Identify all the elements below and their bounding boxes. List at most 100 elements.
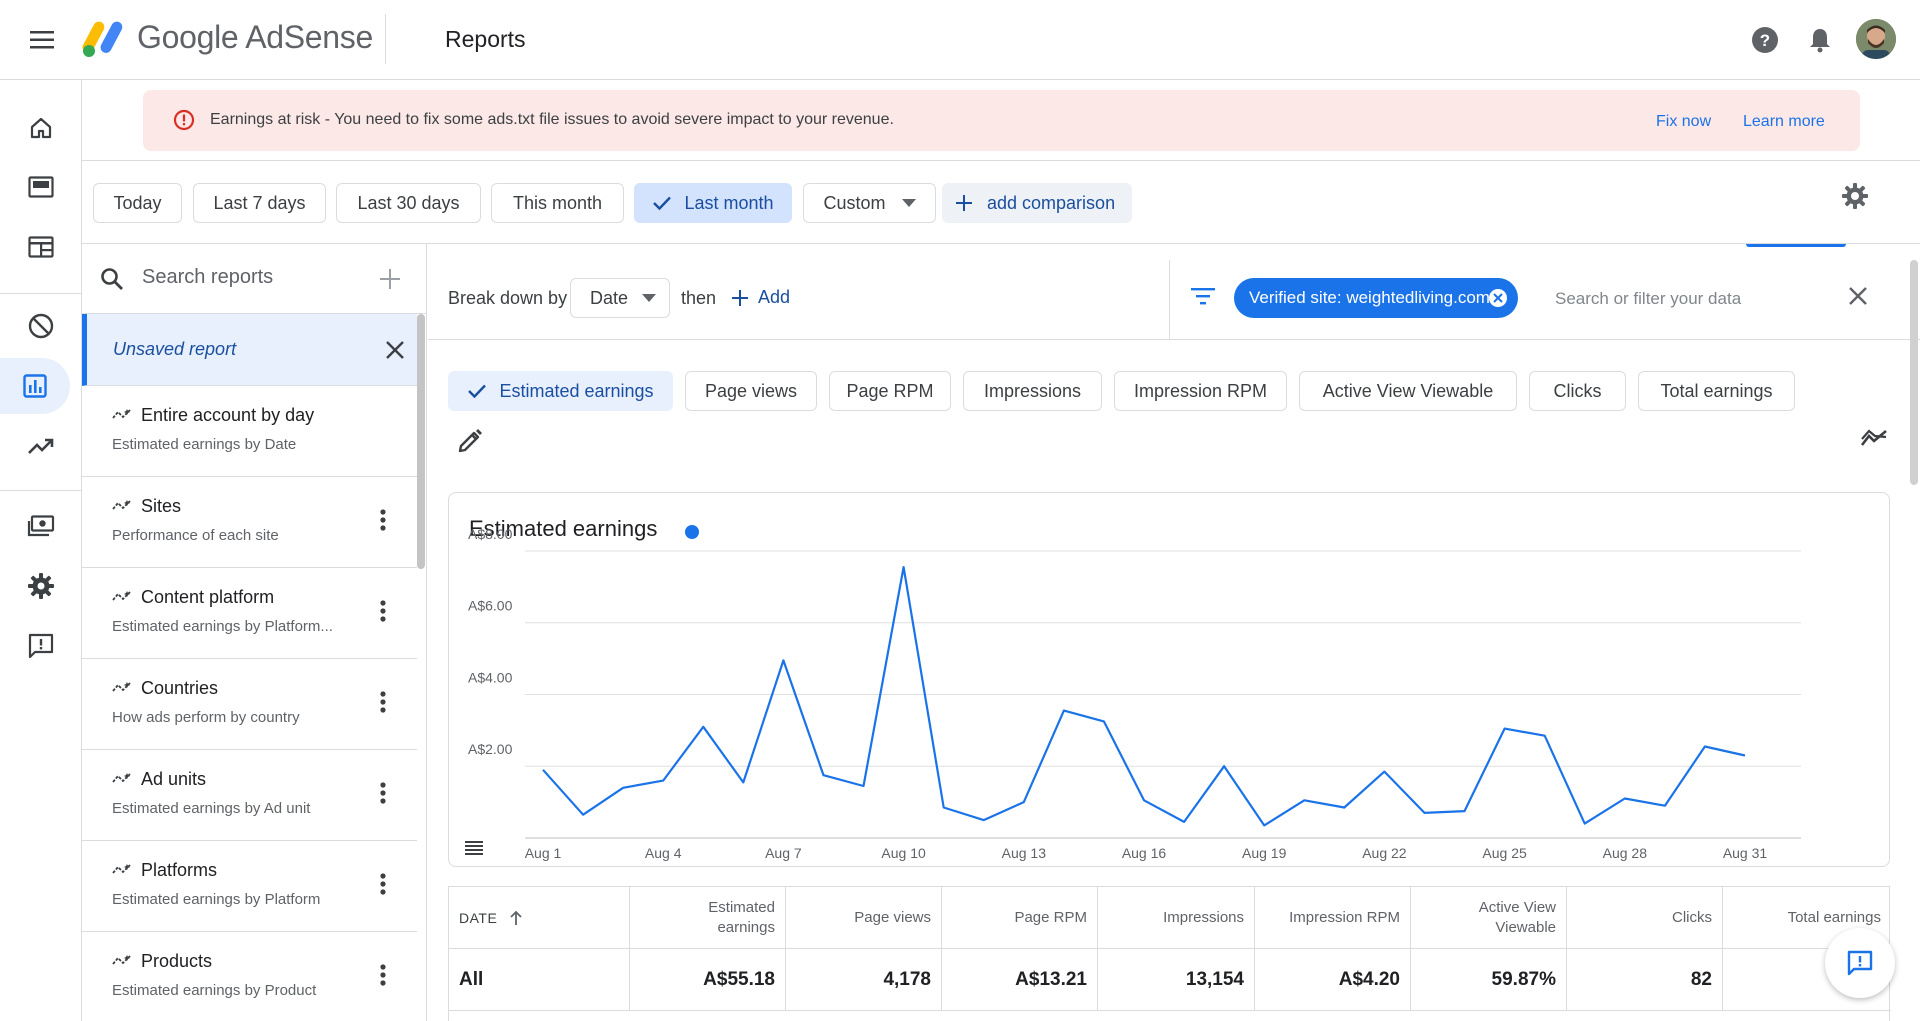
data-point[interactable] [938, 802, 950, 814]
brand-name[interactable]: Google AdSense [137, 19, 373, 56]
column-header-estimated-earnings[interactable]: Estimated earnings [630, 887, 786, 949]
edit-metrics-button[interactable] [458, 427, 484, 453]
chart-type-button[interactable] [1860, 427, 1888, 449]
report-item-entire-account[interactable]: Entire account by day Estimated earnings… [82, 386, 417, 477]
data-point[interactable] [1258, 819, 1270, 831]
report-item-sites[interactable]: Sites Performance of each site [82, 477, 417, 568]
range-custom-dropdown[interactable]: Custom [803, 183, 936, 223]
report-item-platforms[interactable]: Platforms Estimated earnings by Platform [82, 841, 417, 932]
data-point[interactable] [1218, 760, 1230, 772]
feedback-fab[interactable] [1825, 928, 1895, 998]
filter-search-input[interactable]: Search or filter your data [1555, 289, 1741, 309]
data-point[interactable] [537, 764, 549, 776]
filter-chip-verified-site[interactable]: Verified site: weightedliving.com [1234, 278, 1518, 318]
main-scrollbar[interactable] [1910, 260, 1918, 485]
data-point[interactable] [1058, 705, 1070, 717]
more-vert-icon[interactable] [380, 873, 386, 895]
breakdown-dimension-select[interactable]: Date [570, 278, 670, 318]
data-point[interactable] [898, 561, 910, 573]
metric-page-views[interactable]: Page views [685, 371, 817, 411]
fix-now-link[interactable]: Fix now [1656, 113, 1711, 131]
data-point[interactable] [1138, 794, 1150, 806]
data-point[interactable] [777, 654, 789, 666]
data-point[interactable] [978, 814, 990, 826]
more-vert-icon[interactable] [380, 600, 386, 622]
report-item-ad-units[interactable]: Ad units Estimated earnings by Ad unit [82, 750, 417, 841]
nav-feedback[interactable] [0, 618, 82, 674]
data-point[interactable] [1298, 794, 1310, 806]
data-point[interactable] [1619, 793, 1631, 805]
nav-reports[interactable] [0, 358, 70, 414]
data-point[interactable] [1499, 723, 1511, 735]
nav-account-settings[interactable] [0, 558, 82, 614]
close-icon[interactable] [386, 341, 404, 359]
range-this-month[interactable]: This month [491, 183, 624, 223]
more-vert-icon[interactable] [380, 782, 386, 804]
metric-active-view-viewable[interactable]: Active View Viewable [1299, 371, 1517, 411]
data-point[interactable] [657, 775, 669, 787]
more-vert-icon[interactable] [380, 509, 386, 531]
data-point[interactable] [1739, 749, 1751, 761]
more-vert-icon[interactable] [380, 691, 386, 713]
report-search-box[interactable]: Search reports [82, 244, 426, 314]
data-point[interactable] [1178, 816, 1190, 828]
account-avatar[interactable] [1856, 19, 1896, 59]
column-header-date[interactable]: DATE [449, 887, 630, 949]
data-point[interactable] [697, 721, 709, 733]
metric-estimated-earnings[interactable]: Estimated earnings [448, 371, 673, 411]
learn-more-link[interactable]: Learn more [1743, 113, 1825, 131]
data-point[interactable] [1459, 805, 1471, 817]
filter-button[interactable] [1191, 287, 1215, 305]
metric-impressions[interactable]: Impressions [963, 371, 1102, 411]
report-item-content-platform[interactable]: Content platform Estimated earnings by P… [82, 568, 417, 659]
range-last-30-days[interactable]: Last 30 days [336, 183, 481, 223]
metric-page-rpm[interactable]: Page RPM [829, 371, 951, 411]
range-last-7-days[interactable]: Last 7 days [193, 183, 326, 223]
range-today[interactable]: Today [93, 183, 182, 223]
report-item-countries[interactable]: Countries How ads perform by country [82, 659, 417, 750]
remove-filter-icon[interactable] [1488, 288, 1508, 308]
notifications-button[interactable] [1800, 20, 1840, 60]
data-point[interactable] [1539, 730, 1551, 742]
help-button[interactable]: ? [1745, 20, 1785, 60]
nav-home[interactable] [0, 100, 82, 156]
chart-legend-button[interactable] [465, 841, 483, 855]
column-header-active-view-viewable[interactable]: Active View Viewable [1411, 887, 1567, 949]
more-vert-icon[interactable] [380, 964, 386, 986]
nav-ads[interactable] [0, 159, 82, 215]
column-header-page-views[interactable]: Page views [786, 887, 942, 949]
unsaved-report-item[interactable]: Unsaved report [82, 314, 417, 386]
close-icon[interactable] [1848, 286, 1868, 306]
data-point[interactable] [1699, 741, 1711, 753]
data-point[interactable] [1338, 802, 1350, 814]
data-point[interactable] [858, 780, 870, 792]
column-header-impression-rpm[interactable]: Impression RPM [1255, 887, 1411, 949]
data-point[interactable] [617, 782, 629, 794]
data-point[interactable] [1418, 807, 1430, 819]
data-point[interactable] [1018, 796, 1030, 808]
column-header-impressions[interactable]: Impressions [1098, 887, 1255, 949]
data-point[interactable] [1659, 800, 1671, 812]
nav-payments[interactable] [0, 498, 82, 554]
data-point[interactable] [1098, 715, 1110, 727]
report-settings-button[interactable] [1842, 183, 1868, 209]
data-point[interactable] [577, 809, 589, 821]
sidebar-scrollbar[interactable] [417, 314, 425, 569]
data-point[interactable] [1579, 818, 1591, 830]
add-dimension-button[interactable]: Add [732, 287, 790, 308]
main-menu-button[interactable] [22, 22, 62, 58]
data-point[interactable] [817, 769, 829, 781]
metric-clicks[interactable]: Clicks [1529, 371, 1626, 411]
series-line-estimated-earnings[interactable] [542, 565, 1746, 827]
column-header-clicks[interactable]: Clicks [1567, 887, 1723, 949]
range-last-month[interactable]: Last month [634, 183, 792, 223]
nav-sites[interactable] [0, 219, 82, 275]
metric-impression-rpm[interactable]: Impression RPM [1114, 371, 1287, 411]
nav-optimization[interactable] [0, 418, 82, 474]
new-report-plus-icon[interactable] [380, 269, 400, 289]
data-point[interactable] [737, 776, 749, 788]
report-item-products[interactable]: Products Estimated earnings by Product [82, 932, 417, 1021]
column-header-page-rpm[interactable]: Page RPM [942, 887, 1098, 949]
add-comparison-button[interactable]: add comparison [942, 183, 1132, 223]
data-point[interactable] [1378, 766, 1390, 778]
